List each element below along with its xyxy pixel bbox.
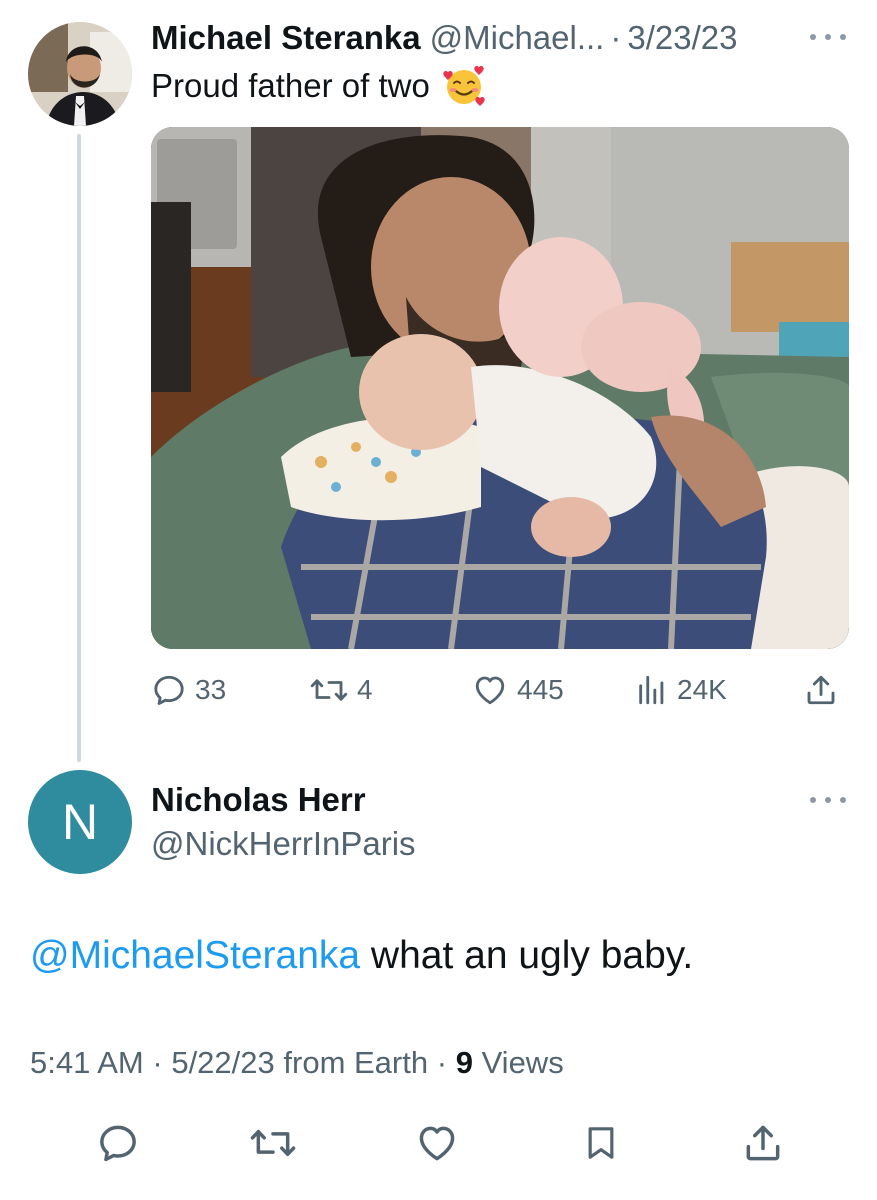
retweet-action[interactable]: 4 [309,668,373,712]
parent-author-handle[interactable]: @Michael... [430,19,605,57]
share-button[interactable] [737,1115,789,1171]
like-action[interactable]: 445 [471,668,564,712]
reply-icon [100,1125,136,1162]
retweet-icon [250,1129,296,1157]
share-icon [746,1125,780,1161]
bookmark-button[interactable] [575,1115,627,1171]
smiling-face-with-hearts-icon [443,65,485,106]
reply-button[interactable] [92,1115,144,1171]
thread-connector-line [77,134,81,762]
reply-author-handle[interactable]: @NickHerrInParis [151,825,416,863]
heart-icon [419,1126,455,1161]
reply-views-count: 9 [455,1045,473,1080]
reply-action[interactable]: 33 [151,668,226,712]
reply-action-bar [0,1115,877,1175]
views-action[interactable]: 24K [635,668,727,712]
like-count: 445 [517,674,564,705]
parent-tweet-date[interactable]: 3/23/23 [627,19,737,57]
retweet-icon [310,679,348,701]
reply-body-text: what an ugly baby. [360,934,694,977]
separator-dot: · [610,19,622,56]
author-avatar[interactable] [28,22,132,126]
more-options-icon[interactable] [810,32,846,42]
reply-icon [154,675,184,705]
share-action[interactable] [803,668,839,712]
share-icon [807,675,835,705]
retweet-count: 4 [357,674,373,705]
parent-author-name[interactable]: Michael Steranka [151,19,421,57]
separator-dot: · [436,1045,448,1080]
reply-date[interactable]: 5/22/23 [171,1045,274,1080]
avatar-image [28,22,132,126]
bookmark-icon [588,1127,614,1159]
retweet-button[interactable] [247,1115,299,1171]
reply-time[interactable]: 5:41 AM [30,1045,144,1080]
parent-tweet-text-row: Proud father of two [151,64,486,108]
reply-views-label: Views [481,1045,564,1080]
reply-meta-line: 5:41 AM · 5/22/23 from Earth · 9 Views [30,1045,564,1081]
reply-source: from Earth [283,1045,429,1080]
reply-author-name[interactable]: Nicholas Herr [151,781,366,819]
reply-count: 33 [195,674,227,705]
parent-tweet-actions: 33 4 445 24K [151,668,851,712]
parent-tweet-text: Proud father of two [151,67,430,104]
separator-dot: · [152,1045,163,1080]
mention-link[interactable]: @MichaelSteranka [30,934,360,977]
father-holding-baby-image [151,127,849,649]
more-options-icon[interactable] [810,795,846,805]
reply-author-avatar[interactable]: N [28,770,132,874]
like-button[interactable] [411,1115,463,1171]
views-count: 24K [677,674,727,705]
tweet-photo[interactable] [151,127,849,649]
views-bar-chart-icon [639,675,664,705]
heart-icon [475,676,505,705]
parent-tweet-header: Michael Steranka @Michael... · 3/23/23 [151,17,737,59]
avatar-letter: N [61,794,99,850]
reply-tweet-text: @MichaelSteranka what an ugly baby. [30,934,693,978]
